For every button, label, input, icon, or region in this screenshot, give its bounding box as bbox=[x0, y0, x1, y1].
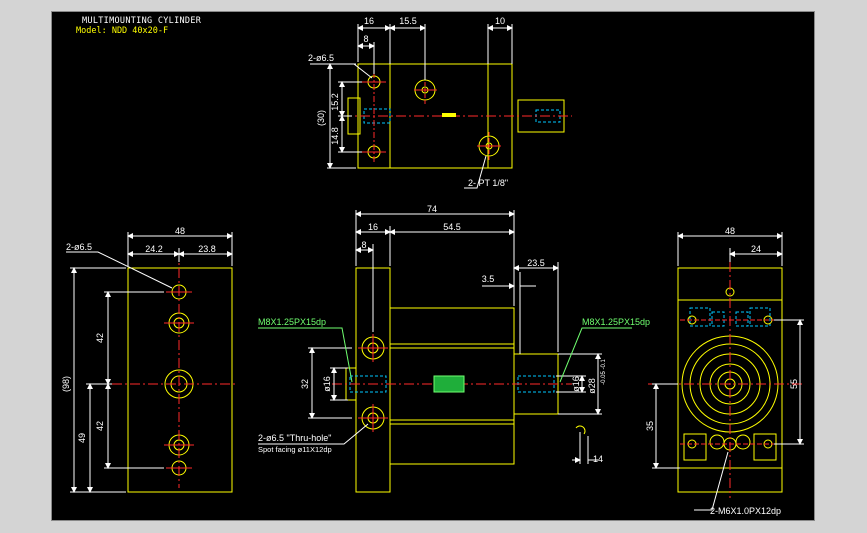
dim-front-phi16-left: ø16 bbox=[322, 376, 332, 392]
dim-top-10: 10 bbox=[495, 16, 505, 26]
dim-left-23-8: 23.8 bbox=[198, 244, 216, 254]
thread-callout-right: M8X1.25PX15dp bbox=[582, 317, 650, 327]
left-view-text: 48 24.2 23.8 42 42 49 (98) 2-ø6.5 bbox=[61, 226, 216, 443]
dim-left-49: 49 bbox=[77, 433, 87, 443]
dim-top-15-5: 15.5 bbox=[399, 16, 417, 26]
dim-top-8: 8 bbox=[363, 34, 368, 44]
left-hole-callout: 2-ø6.5 bbox=[66, 242, 92, 252]
dim-top-16: 16 bbox=[364, 16, 374, 26]
dim-left-98: (98) bbox=[61, 376, 71, 392]
hole-note-thru: 2-ø6.5 "Thru-hole" bbox=[258, 433, 331, 443]
dim-right-55: 55 bbox=[789, 379, 799, 389]
top-nameplate-mark bbox=[442, 113, 456, 117]
dim-right-24: 24 bbox=[751, 244, 761, 254]
left-body-outline bbox=[127, 267, 233, 493]
thread-callout-left: M8X1.25PX15dp bbox=[258, 317, 326, 327]
dim-left-24-2: 24.2 bbox=[145, 244, 163, 254]
dim-front-3-5: 3.5 bbox=[482, 274, 495, 284]
front-view-text: 74 16 54.5 8 23.5 3.5 32 ø16 ø16 ø28 -0.… bbox=[258, 204, 650, 464]
dim-front-54-5: 54.5 bbox=[443, 222, 461, 232]
cad-drawing: 16 15.5 10 8 15.2 14.8 (30) 2-ø6.5 2- PT… bbox=[61, 16, 804, 516]
drawing-sheet: MULTIMOUNTING CYLINDER Model: NDD 40x20-… bbox=[52, 12, 814, 520]
dim-right-48: 48 bbox=[725, 226, 735, 236]
right-thread-callout: 2-M6X1.0PX12dp bbox=[710, 506, 781, 516]
dim-right-35: 35 bbox=[645, 421, 655, 431]
dim-front-16: 16 bbox=[368, 222, 378, 232]
dim-top-30: (30) bbox=[316, 110, 326, 126]
dim-top-15-2: 15.2 bbox=[330, 93, 340, 111]
dim-left-48: 48 bbox=[175, 226, 185, 236]
left-view bbox=[66, 232, 238, 493]
top-port-callout: 2- PT 1/8" bbox=[468, 178, 508, 188]
dim-front-23-5: 23.5 bbox=[527, 258, 545, 268]
top-hole-callout: 2-ø6.5 bbox=[308, 53, 334, 63]
top-view bbox=[310, 24, 572, 189]
dim-left-42b: 42 bbox=[95, 421, 105, 431]
dim-top-14-8: 14.8 bbox=[330, 127, 340, 145]
dim-front-phi16-right: ø16 bbox=[571, 376, 581, 392]
right-view bbox=[648, 232, 804, 511]
dim-front-32: 32 bbox=[300, 379, 310, 389]
dim-front-8: 8 bbox=[361, 240, 366, 250]
dim-left-42a: 42 bbox=[95, 333, 105, 343]
hole-note-spotface: Spot facing ø11X12dp bbox=[258, 445, 332, 454]
top-view-text: 16 15.5 10 8 15.2 14.8 (30) 2-ø6.5 2- PT… bbox=[308, 16, 508, 188]
dim-front-tolerance: -0.05 -0.1 bbox=[601, 358, 607, 384]
dim-front-phi28: ø28 bbox=[587, 378, 597, 394]
dim-front-74: 74 bbox=[427, 204, 437, 214]
dim-front-14: 14 bbox=[593, 454, 603, 464]
nameplate bbox=[433, 375, 465, 393]
